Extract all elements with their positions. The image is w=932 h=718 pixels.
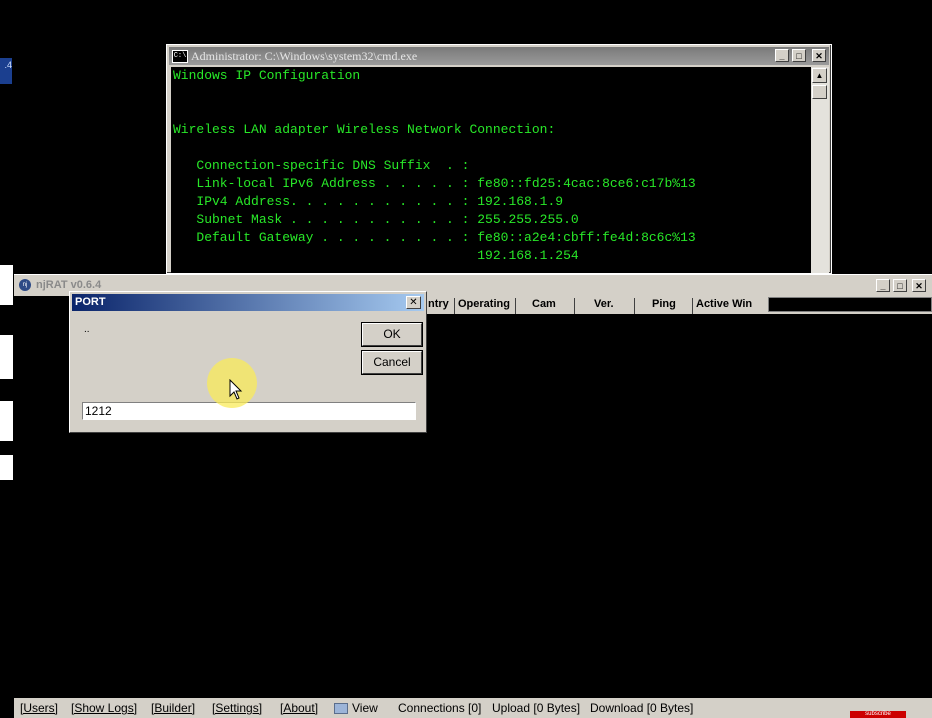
cmd-close-button[interactable]: ✕ [812, 49, 826, 62]
column-divider [454, 298, 455, 314]
connections-count: Connections [0] [398, 701, 482, 715]
njrat-minimize-button[interactable]: _ [876, 279, 890, 292]
desktop-left-strip [0, 265, 13, 480]
view-menu[interactable]: View [352, 701, 378, 715]
column-header-cam[interactable]: Cam [532, 298, 556, 310]
cmd-line: Windows IP Configuration [173, 68, 361, 83]
column-header-active-win[interactable]: Active Win [696, 298, 752, 310]
column-divider [515, 298, 516, 314]
ok-button[interactable]: OK [362, 323, 422, 346]
cmd-line: Default Gateway . . . . . . . . . : fe80… [173, 230, 696, 245]
column-divider [692, 298, 693, 314]
cmd-line: IPv4 Address. . . . . . . . . . . : 192.… [173, 194, 564, 209]
about-link[interactable]: [About] [280, 701, 318, 715]
column-divider [634, 298, 635, 314]
mouse-pointer-icon [229, 379, 243, 400]
view-icon[interactable] [334, 703, 348, 714]
cmd-line: Subnet Mask . . . . . . . . . . . : 255.… [173, 212, 579, 227]
njrat-close-button[interactable]: ✕ [912, 279, 926, 292]
njrat-maximize-button[interactable]: □ [893, 279, 907, 292]
cmd-line: Link-local IPv6 Address . . . . . : fe80… [173, 176, 696, 191]
cmd-scrollbar[interactable]: ▲ [811, 67, 829, 273]
show-logs-link[interactable]: [Show Logs] [71, 701, 137, 715]
column-header-ping[interactable]: Ping [652, 298, 676, 310]
port-dialog-titlebar[interactable]: PORT ✕ [72, 294, 424, 311]
cmd-icon: C:\ [172, 50, 188, 63]
close-icon[interactable]: ✕ [406, 296, 421, 309]
left-tab-text: .4 [4, 60, 12, 70]
cmd-line: Connection-specific DNS Suffix . : [173, 158, 470, 173]
settings-link[interactable]: [Settings] [212, 701, 262, 715]
cancel-button[interactable]: Cancel [362, 351, 422, 374]
njrat-status-bar: [Users] [Show Logs] [Builder] [Settings]… [14, 698, 932, 718]
scroll-thumb[interactable] [812, 85, 827, 99]
port-dialog-title: PORT [75, 296, 106, 308]
column-header-empty [768, 297, 932, 312]
scroll-up-arrow-icon[interactable]: ▲ [812, 68, 827, 83]
njrat-title-text: njRAT v0.6.4 [36, 279, 102, 291]
column-header-country[interactable]: ntry [428, 298, 449, 310]
download-stat: Download [0 Bytes] [590, 701, 694, 715]
desktop-left-tab: .4 [0, 58, 12, 84]
port-dialog: PORT ✕ .. OK Cancel [69, 291, 427, 433]
clients-table-header: ntry Operating Cam Ver. Ping Active Win [420, 296, 932, 314]
users-link[interactable]: [Users] [20, 701, 58, 715]
upload-stat: Upload [0 Bytes] [492, 701, 581, 715]
port-dialog-message: .. [84, 324, 90, 335]
cmd-minimize-button[interactable]: _ [775, 49, 789, 62]
cmd-line: 192.168.1.254 [173, 248, 579, 263]
cmd-window: C:\ Administrator: C:\Windows\system32\c… [166, 44, 832, 274]
column-header-operating[interactable]: Operating [458, 298, 510, 310]
subscribe-badge[interactable]: subscribe [850, 711, 906, 718]
cmd-line: Wireless LAN adapter Wireless Network Co… [173, 122, 556, 137]
cmd-title-text: Administrator: C:\Windows\system32\cmd.e… [191, 49, 418, 63]
port-input[interactable] [82, 402, 416, 420]
cmd-output[interactable]: Windows IP Configuration Wireless LAN ad… [171, 67, 811, 273]
cmd-titlebar[interactable]: C:\ Administrator: C:\Windows\system32\c… [169, 47, 829, 65]
column-divider [574, 298, 575, 314]
njrat-logo-icon: nj [19, 279, 31, 291]
cmd-maximize-button[interactable]: □ [792, 49, 806, 62]
column-header-ver[interactable]: Ver. [594, 298, 614, 310]
builder-link[interactable]: [Builder] [151, 701, 195, 715]
